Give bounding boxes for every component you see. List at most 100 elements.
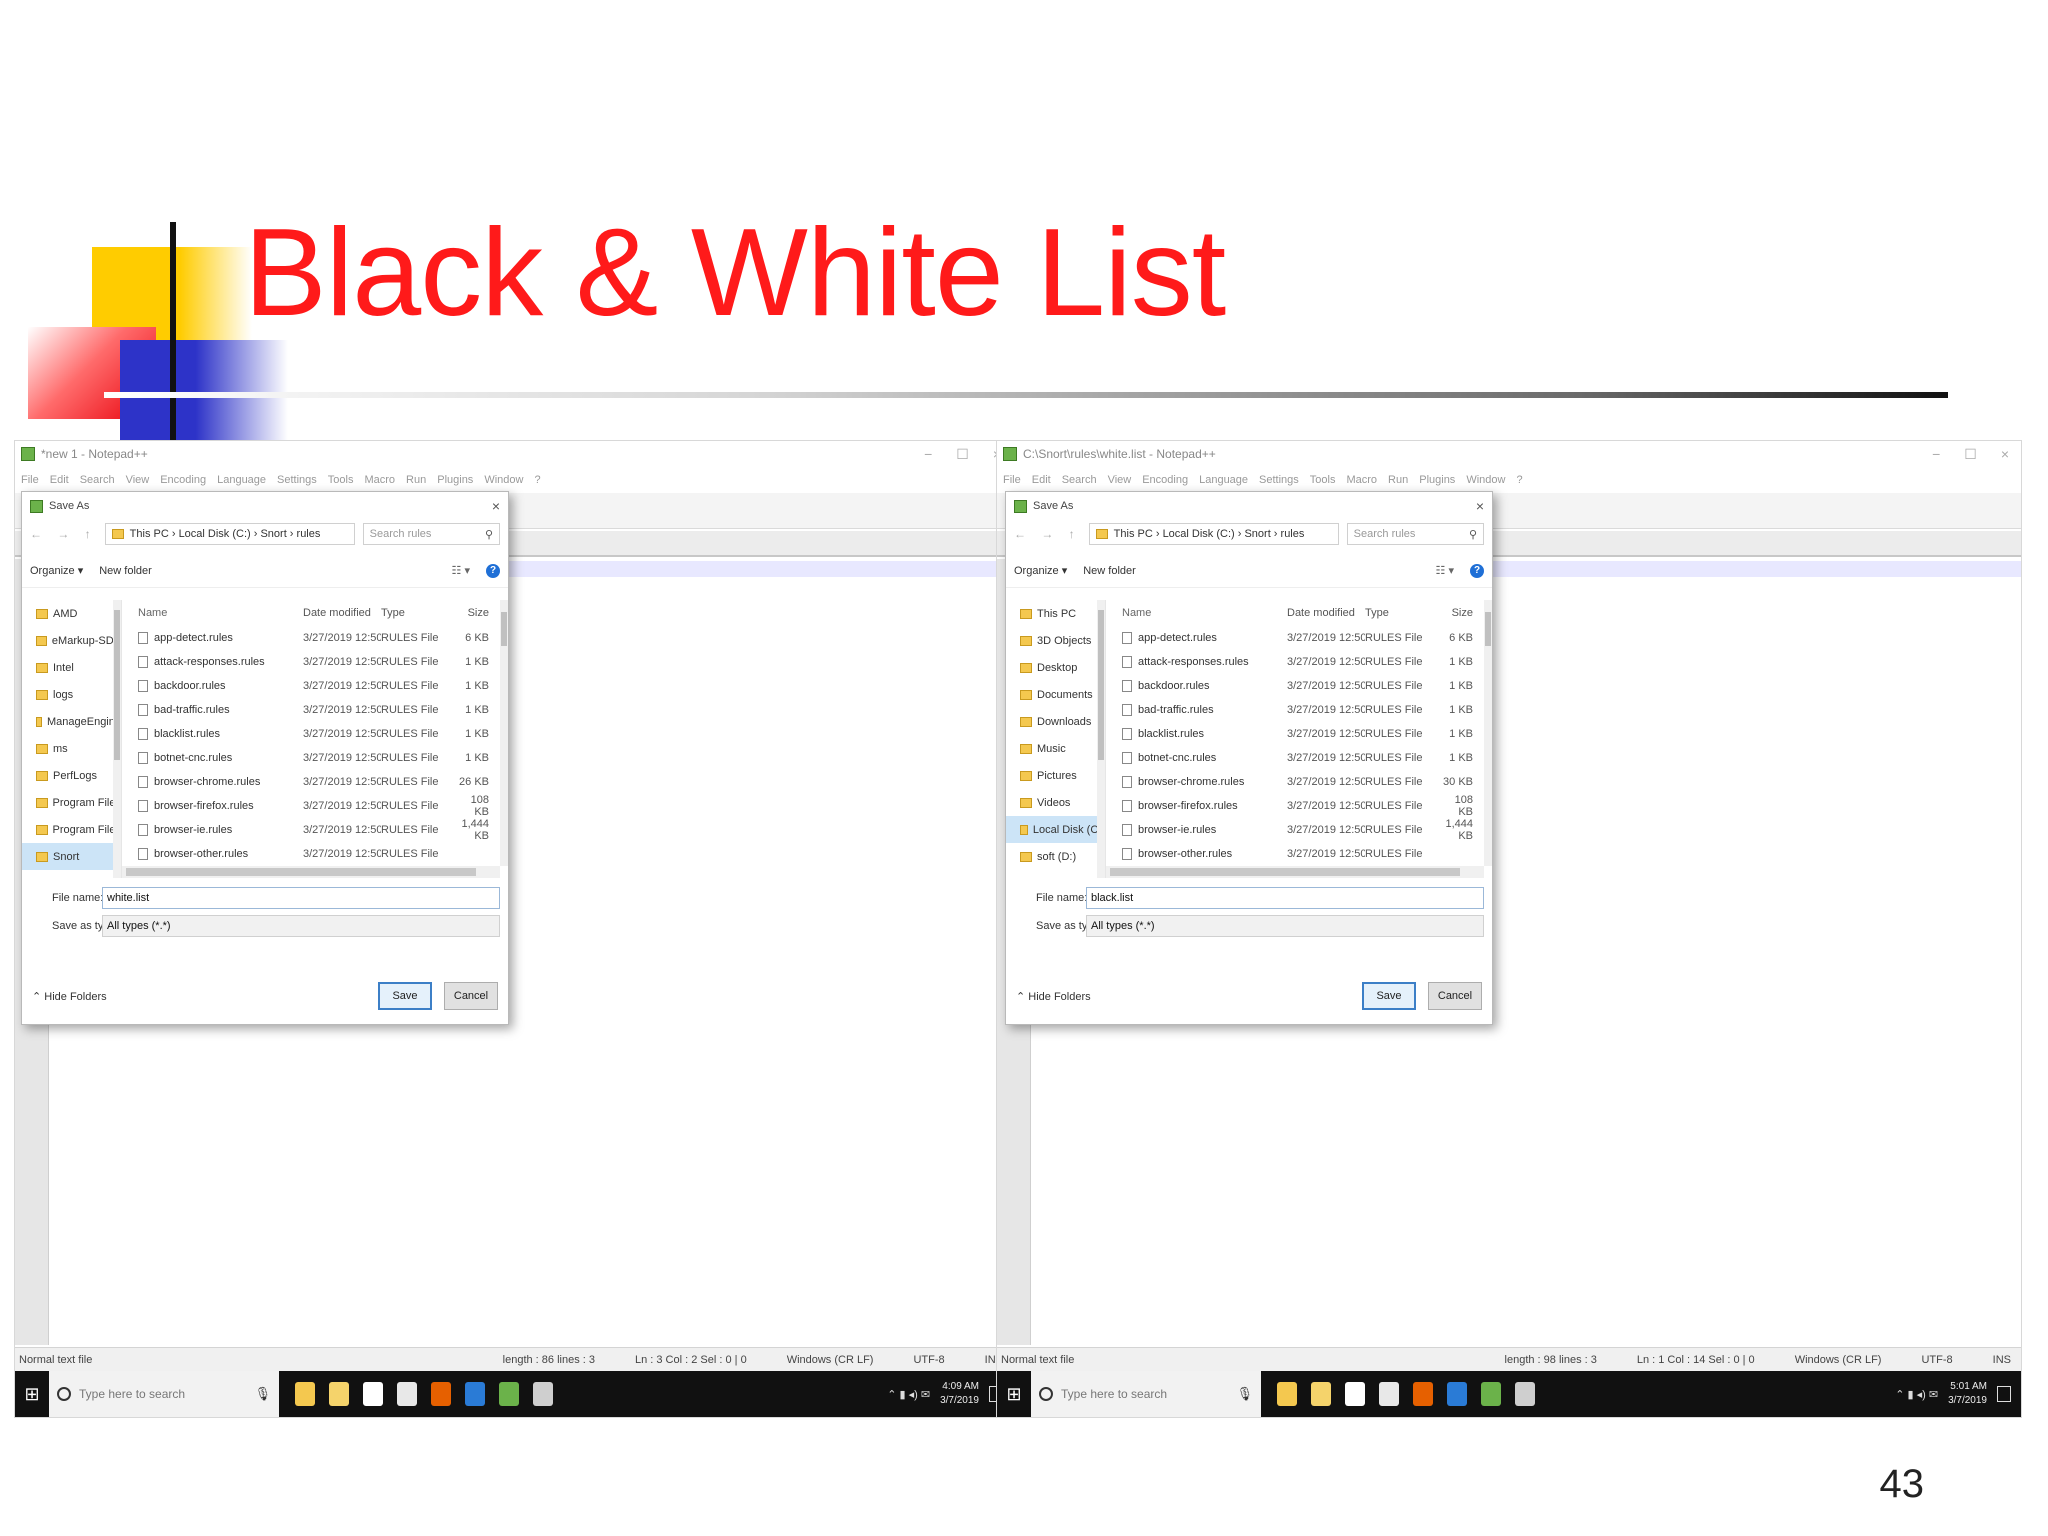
menu-item[interactable]: Macro [364,474,395,486]
nav-pane-item[interactable]: Music [1006,735,1105,762]
file-row[interactable]: bad-traffic.rules 3/27/2019 12:50 PMRULES… [1106,698,1492,722]
close-dialog-button[interactable]: × [1476,498,1484,514]
file-explorer-icon[interactable] [295,1382,315,1406]
column-name[interactable]: Name [1122,607,1287,619]
help-icon[interactable]: ? [486,563,500,578]
scrollbar-thumb[interactable] [1098,610,1104,760]
menu-item[interactable]: View [1108,474,1132,486]
menu-item[interactable]: Language [217,474,266,486]
nav-pane-item[interactable]: eMarkup-SDK [22,627,121,654]
file-row[interactable]: browser-ie.rules 3/27/2019 12:50 PMRULES … [1106,818,1492,842]
window-icon[interactable] [533,1382,553,1406]
nav-pane-item[interactable]: Program Files [22,816,121,843]
mail-icon[interactable] [397,1382,417,1406]
menu-item[interactable]: Tools [328,474,354,486]
menu-item[interactable]: ? [1516,474,1522,486]
file-row[interactable]: browser-chrome.rules 3/27/2019 12:50 PMRU… [1106,770,1492,794]
file-row[interactable]: browser-firefox.rules 3/27/2019 12:50 PMR… [122,794,508,818]
file-row[interactable]: browser-chrome.rules 3/27/2019 12:50 PMRU… [122,770,508,794]
document-icon[interactable] [363,1382,383,1406]
nav-pane-item[interactable]: Pictures [1006,762,1105,789]
cancel-button[interactable]: Cancel [1428,982,1482,1010]
nav-pane-item[interactable]: Snort [22,843,121,870]
save-button[interactable]: Save [378,982,432,1010]
view-options-button[interactable]: ☷ ▾ [452,564,470,577]
microphone-icon[interactable]: 🎙 [254,1386,271,1402]
menu-item[interactable]: Plugins [1419,474,1455,486]
menu-item[interactable]: Search [1062,474,1097,486]
navigation-scrollbar[interactable] [113,600,121,878]
firefox-icon[interactable] [431,1382,451,1406]
start-button[interactable]: ⊞ [997,1371,1031,1417]
scrollbar-thumb[interactable] [114,610,120,760]
nav-pane-item[interactable]: Program Files [22,789,121,816]
menu-item[interactable]: View [126,474,150,486]
menu-item[interactable]: ? [534,474,540,486]
address-bar[interactable]: This PC › Local Disk (C:) › Snort › rule… [1088,523,1339,545]
file-row[interactable]: browser-other.rules 3/27/2019 12:50 PMRUL… [1106,842,1492,866]
column-size[interactable]: Size [1439,607,1473,619]
firefox-icon[interactable] [1413,1382,1433,1406]
file-list-vertical-scrollbar[interactable] [1484,600,1492,866]
menu-item[interactable]: Encoding [1142,474,1188,486]
nav-pane-item[interactable]: AMD [22,600,121,627]
window-icon[interactable] [1515,1382,1535,1406]
scrollbar-thumb[interactable] [1110,868,1460,876]
file-row[interactable]: attack-responses.rules 3/27/2019 12:50 PM… [1106,650,1492,674]
file-row[interactable]: browser-ie.rules 3/27/2019 12:50 PMRULES … [122,818,508,842]
menu-item[interactable]: Run [1388,474,1408,486]
menu-item[interactable]: File [1003,474,1021,486]
hide-folders-toggle[interactable]: ⌃ Hide Folders [1016,990,1091,1003]
document-icon[interactable] [1345,1382,1365,1406]
maximize-button[interactable]: ☐ [956,446,969,463]
menu-item[interactable]: Macro [1346,474,1377,486]
nav-pane-item[interactable]: ms [22,735,121,762]
menu-item[interactable]: Edit [1032,474,1051,486]
menu-item[interactable]: File [21,474,39,486]
file-row[interactable]: app-detect.rules 3/27/2019 12:50 PMRULES … [122,626,508,650]
view-options-button[interactable]: ☷ ▾ [1436,564,1454,577]
column-size[interactable]: Size [455,607,489,619]
nav-pane-item[interactable]: ManageEngine [22,708,121,735]
column-type[interactable]: Type [381,607,455,619]
menu-item[interactable]: Settings [1259,474,1299,486]
file-explorer-icon[interactable] [1277,1382,1297,1406]
taskbar-search[interactable]: Type here to search 🎙 [49,1371,279,1417]
scrollbar-thumb[interactable] [1485,612,1491,646]
scrollbar-thumb[interactable] [126,868,476,876]
file-name-input[interactable]: black.list [1086,887,1484,909]
maximize-button[interactable]: ☐ [1964,446,1977,463]
column-date-modified[interactable]: Date modified [1287,607,1365,619]
notepad-plus-plus-icon[interactable] [1481,1382,1501,1406]
menu-item[interactable]: Tools [1310,474,1336,486]
help-icon[interactable]: ? [1470,563,1484,578]
menu-item[interactable]: Edit [50,474,69,486]
search-box[interactable]: Search rules ⚲ [1346,523,1484,545]
notepad-plus-plus-icon[interactable] [499,1382,519,1406]
file-list-vertical-scrollbar[interactable] [500,600,508,866]
menu-item[interactable]: Plugins [437,474,473,486]
column-type[interactable]: Type [1365,607,1439,619]
file-row[interactable]: bad-traffic.rules 3/27/2019 12:50 PMRULES… [122,698,508,722]
cancel-button[interactable]: Cancel [444,982,498,1010]
tray-icons[interactable]: ⌃ ▮ ◂) ✉ [1895,1388,1938,1401]
nav-pane-item[interactable]: This PC [1006,600,1105,627]
file-row[interactable]: app-detect.rules 3/27/2019 12:50 PMRULES … [1106,626,1492,650]
notification-icon[interactable] [1997,1386,2011,1402]
menu-item[interactable]: Settings [277,474,317,486]
file-row[interactable]: browser-firefox.rules 3/27/2019 12:50 PMR… [1106,794,1492,818]
wireshark-icon[interactable] [465,1382,485,1406]
start-button[interactable]: ⊞ [15,1371,49,1417]
menu-item[interactable]: Window [484,474,523,486]
file-list-horizontal-scrollbar[interactable] [122,866,500,878]
menu-item[interactable]: Window [1466,474,1505,486]
nav-pane-item[interactable]: soft (D:) [1006,843,1105,870]
navigation-arrows[interactable]: ← → ↑ [1014,527,1081,541]
file-list-horizontal-scrollbar[interactable] [1106,866,1484,878]
menu-item[interactable]: Search [80,474,115,486]
nav-pane-item[interactable]: logs [22,681,121,708]
nav-pane-item[interactable]: PerfLogs [22,762,121,789]
microphone-icon[interactable]: 🎙 [1236,1386,1253,1402]
nav-pane-item[interactable]: Documents [1006,681,1105,708]
file-name-input[interactable]: white.list [102,887,500,909]
